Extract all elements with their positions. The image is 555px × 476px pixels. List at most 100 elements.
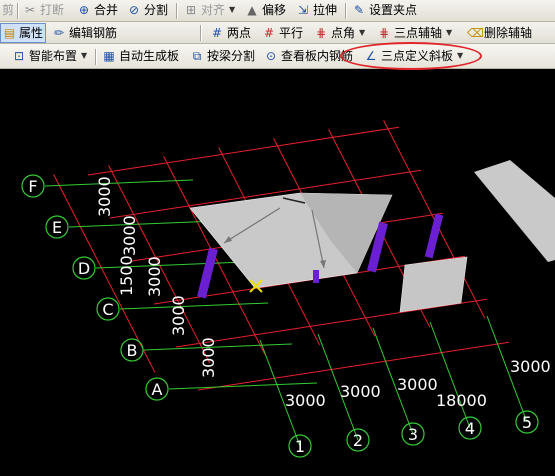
offset-label: 偏移 [262,3,287,17]
split-by-beam-button[interactable]: ⧉ 按梁分割 [188,46,257,66]
axis-grid-line [168,382,318,390]
axis-bubble-label: E [52,218,62,237]
column[interactable] [313,270,319,283]
small-slab[interactable] [399,256,468,313]
properties-button[interactable]: ▤ 属性 [0,23,46,43]
three-point-axis-label: 三点辅轴 [394,26,443,40]
separator [345,3,347,19]
axis-bubble-label: 5 [522,413,532,432]
axis-bubble-3: 3 [401,422,425,446]
delete-axis-button[interactable]: ⌫ 删除辅轴 [465,23,534,43]
grip-icon: ✎ [353,3,365,17]
separator [176,3,178,19]
auto-generate-slab-label: 自动生成板 [119,49,180,63]
highlight-annotation [340,42,482,70]
column[interactable] [424,213,444,259]
parallel-label: 平行 [279,26,304,40]
axis-bubble-e: E [45,215,69,239]
separator [200,25,202,41]
dim-label: 1500 [117,255,136,296]
axis-bubble-label: 2 [353,431,363,450]
merge-label: 合并 [94,3,119,17]
axis-bubble-b: B [120,338,144,362]
axis-bubble-label: F [28,177,37,196]
axis-bubble-4: 4 [458,416,482,440]
far-slab[interactable] [474,160,555,262]
offset-button[interactable]: ▲ 偏移 [243,0,288,20]
split-label: 分割 [144,3,169,17]
set-grip-button[interactable]: ✎ 设置夹点 [350,0,419,20]
split-button[interactable]: ⊘ 分割 [125,0,170,20]
axis-bubble-a: A [145,377,169,401]
delete-axis-label: 删除辅轴 [484,26,533,40]
point-angle-icon: ⋕ [315,26,327,40]
break-label: 打断 [40,3,65,17]
cut-button[interactable]: 剪 [0,0,16,20]
axis-bubble-2: 2 [346,428,370,452]
two-points-label: 两点 [227,26,252,40]
edit-rebar-label: 编辑钢筋 [69,26,118,40]
two-points-button[interactable]: # 两点 [208,23,253,43]
point-angle-label: 点角 [331,26,356,40]
dim-label: 3000 [199,337,218,378]
split-icon: ⊘ [128,3,140,17]
view-rebar-icon: ⊙ [265,49,277,63]
axis-bubble-label: C [102,300,113,319]
properties-label: 属性 [18,26,43,40]
axis-bubble-5: 5 [515,410,539,434]
three-point-axis-button[interactable]: ⋕ 三点辅轴 ▼ [375,23,454,43]
toolbar-properties: ▤ 属性 ✏ 编辑钢筋 # 两点 # 平行 ⋕ 点角 ▼ ⋕ 三点辅轴 ▼ ⌫ 删除辅轴 [0,22,555,44]
chevron-down-icon: ▼ [359,28,366,37]
break-icon: ✂ [24,3,36,17]
dim-label: 3000 [95,176,114,217]
merge-icon: ⊕ [78,3,90,17]
parallel-button[interactable]: # 平行 [260,23,305,43]
drawing-canvas[interactable]: 3000 3000 3000 1500 3000 3000 3000 3000 … [0,69,555,476]
dim-label: 3000 [510,357,551,376]
slab-grid-line [175,298,488,348]
parallel-icon: # [263,26,275,40]
set-grip-label: 设置夹点 [369,3,418,17]
auto-generate-icon: ▦ [103,49,115,63]
properties-icon: ▤ [3,26,16,40]
align-icon: ⊞ [185,3,197,17]
axis-grid-line [119,302,269,310]
merge-button[interactable]: ⊕ 合并 [75,0,120,20]
split-by-beam-icon: ⧉ [192,49,202,63]
smart-layout-label: 智能布置 [29,49,78,63]
toolbar-edit: 剪 ✂ 打断 ⊕ 合并 ⊘ 分割 ⊞ 对齐 ▼ ▲ 偏移 ⇲ 拉伸 ✎ 设置夹点 [0,0,555,22]
axis-bubble-label: B [127,341,138,360]
dim-label: 3000 [145,256,164,297]
axis-grid-line [68,220,218,228]
dim-label: 3000 [397,375,438,394]
eraser-icon: ⌫ [467,26,484,40]
stretch-label: 拉伸 [313,3,338,17]
axis-bubble-label: 3 [408,425,418,444]
auto-generate-slab-button[interactable]: ▦ 自动生成板 [100,46,181,66]
align-button[interactable]: ⊞ 对齐 ▼ [182,0,237,20]
dim-label: 3000 [120,215,139,256]
offset-icon: ▲ [247,3,257,17]
stretch-icon: ⇲ [297,3,309,17]
point-angle-button[interactable]: ⋕ 点角 ▼ [312,23,367,43]
break-button[interactable]: ✂ 打断 [21,0,66,20]
axis-bubble-c: C [96,297,120,321]
separator [17,3,19,19]
smart-layout-button[interactable]: ⊡ 智能布置 ▼ [10,46,89,66]
column[interactable] [197,247,218,299]
axis-bubble-label: D [78,259,90,278]
axis-bubble-1: 1 [288,434,312,458]
edit-rebar-icon: ✏ [53,26,65,40]
chevron-down-icon: ▼ [81,51,88,60]
chevron-down-icon: ▼ [229,5,236,14]
stretch-button[interactable]: ⇲ 拉伸 [294,0,339,20]
cut-label: 剪 [2,3,15,17]
edit-rebar-button[interactable]: ✏ 编辑钢筋 [50,23,119,43]
axis-bubble-f: F [21,174,45,198]
dim-label: 3000 [340,382,381,401]
axis-bubble-d: D [72,256,96,280]
two-points-icon: # [211,26,223,40]
smart-layout-icon: ⊡ [13,49,25,63]
slab-grid-line [87,126,400,176]
three-point-axis-icon: ⋕ [378,26,390,40]
